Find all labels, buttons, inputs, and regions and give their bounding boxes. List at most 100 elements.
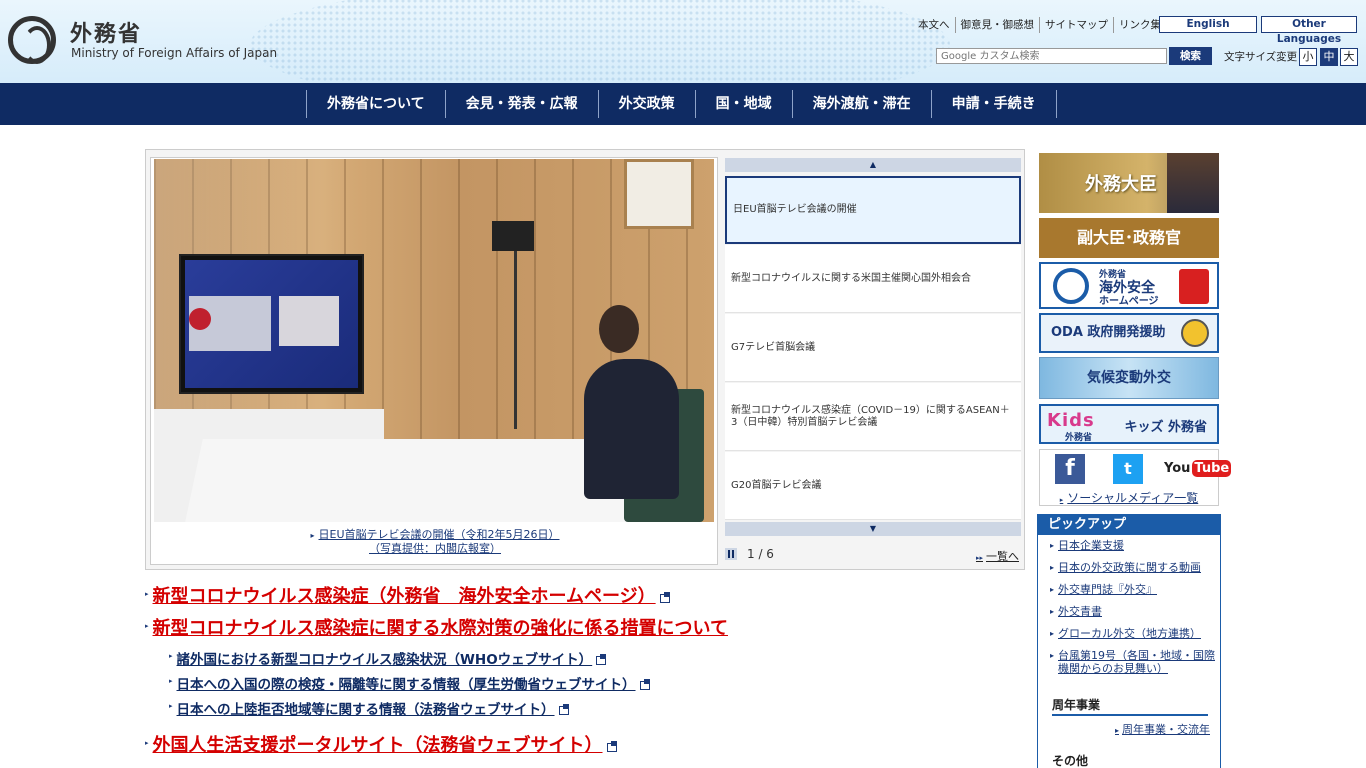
minister-banner[interactable]: 外務大臣 xyxy=(1039,153,1219,213)
english-button[interactable]: English xyxy=(1159,16,1257,33)
pickup-link[interactable]: 外交専門誌『外交』 xyxy=(1058,583,1157,596)
safety-line: ホームページ xyxy=(1099,296,1159,307)
list-item: 台風第19号（各国・地域・国際機関からのお見舞い） xyxy=(1050,649,1220,675)
view-all-link[interactable]: ▸▸ 一覧へ xyxy=(976,548,1019,564)
person-head xyxy=(599,305,639,353)
bullet-icon: ▸ xyxy=(145,590,149,598)
list-item: 日本の外交政策に関する動画 xyxy=(1050,561,1220,574)
headline-link[interactable]: 新型コロナウイルス感染症（外務省 海外安全ホームページ） xyxy=(153,586,656,607)
list-item: グローカル外交（地方連携） xyxy=(1050,627,1220,640)
pickup-link[interactable]: 台風第19号（各国・地域・国際機関からのお見舞い） xyxy=(1058,649,1215,675)
slide-item[interactable]: G20首脳テレビ会議 xyxy=(725,452,1021,520)
safety-label: 外務省 海外安全 ホームページ xyxy=(1099,269,1159,308)
pickup-link[interactable]: 外交青書 xyxy=(1058,605,1102,618)
headline-entry-denial: ▸ 日本への上陸拒否地域等に関する情報（法務省ウェブサイト） xyxy=(169,698,569,718)
pickup-link[interactable]: 日本の外交政策に関する動画 xyxy=(1058,561,1201,574)
nav-item-about[interactable]: 外務省について xyxy=(307,90,446,118)
kids-label: キッズ 外務省 xyxy=(1124,420,1207,435)
participant-1 xyxy=(189,296,271,351)
pause-icon[interactable] xyxy=(725,548,737,560)
caption-arrow-icon: ▸ xyxy=(310,531,315,540)
headline-link[interactable]: 新型コロナウイルス感染症に関する水際対策の強化に係る措置について xyxy=(153,618,728,639)
kids-banner[interactable]: Kids 外務省 キッズ 外務省 xyxy=(1039,404,1219,444)
global-nav: 外務省について 会見・発表・広報 外交政策 国・地域 海外渡航・滞在 申請・手続… xyxy=(0,83,1366,125)
anniversary-link[interactable]: ▸ 周年事業・交流年 xyxy=(1115,721,1210,737)
external-link-icon xyxy=(606,741,617,752)
video-conference-screen xyxy=(179,254,364,394)
slide-item[interactable]: 日EU首脳テレビ会議の開催 xyxy=(725,176,1021,244)
search-input[interactable] xyxy=(936,48,1167,64)
calligraphy-art xyxy=(624,159,694,229)
vice-minister-banner[interactable]: 副大臣･政務官 xyxy=(1039,218,1219,258)
link-skip-to-content[interactable]: 本文へ xyxy=(913,17,955,33)
slide-item[interactable]: G7テレビ首脳会議 xyxy=(725,314,1021,382)
nav-item-travel[interactable]: 海外渡航・滞在 xyxy=(793,90,932,118)
external-link-icon xyxy=(639,679,650,690)
headline-quarantine: ▸ 日本への入国の際の検疫・隔離等に関する情報（厚生労働省ウェブサイト） xyxy=(169,673,650,693)
news-carousel: ▸ 日EU首脳テレビ会議の開催（令和2年5月26日） （写真提供：内閣広報室） ▲… xyxy=(145,149,1025,570)
facebook-icon[interactable]: f xyxy=(1055,454,1085,484)
bullet-icon: ▸ xyxy=(169,677,173,685)
safety-line: 海外安全 xyxy=(1099,280,1155,296)
fontsize-medium-button[interactable]: 中 xyxy=(1320,48,1338,66)
caption-credit[interactable]: （写真提供：内閣広報室） xyxy=(369,542,501,555)
anniversary-heading: 周年事業 xyxy=(1052,696,1208,716)
fontsize-large-button[interactable]: 大 xyxy=(1340,48,1358,66)
passport-icon xyxy=(1179,269,1209,304)
headline-link[interactable]: 日本への入国の際の検疫・隔離等に関する情報（厚生労働省ウェブサイト） xyxy=(177,677,636,693)
camera-stand xyxy=(514,239,517,429)
oda-banner[interactable]: ODA 政府開発援助 xyxy=(1039,313,1219,353)
headline-link[interactable]: 日本への上陸拒否地域等に関する情報（法務省ウェブサイト） xyxy=(177,702,555,718)
link-sitemap[interactable]: サイトマップ xyxy=(1039,17,1113,33)
social-media-list-link[interactable]: ▸ ソーシャルメディア一覧 xyxy=(1040,489,1218,506)
caption-link[interactable]: 日EU首脳テレビ会議の開催（令和2年5月26日） xyxy=(319,528,560,541)
featured-photo[interactable] xyxy=(154,159,714,522)
link-feedback[interactable]: 御意見・御感想 xyxy=(954,17,1040,33)
oda-label: ODA 政府開発援助 xyxy=(1051,325,1166,340)
nav-item-policy[interactable]: 外交政策 xyxy=(599,90,696,118)
pickup-link[interactable]: 日本企業支援 xyxy=(1058,539,1124,552)
youtube-tube: Tube xyxy=(1192,460,1232,477)
bullet-icon: ▸ xyxy=(145,739,149,747)
headline-link[interactable]: 外国人生活支援ポータルサイト（法務省ウェブサイト） xyxy=(153,735,603,756)
headline-covid-safety: ▸ 新型コロナウイルス感染症（外務省 海外安全ホームページ） xyxy=(145,582,670,608)
headline-who: ▸ 諸外国における新型コロナウイルス感染状況（WHOウェブサイト） xyxy=(169,648,607,668)
youtube-icon[interactable]: You Tube xyxy=(1162,454,1232,484)
pickup-panel: ピックアップ 日本企業支援 日本の外交政策に関する動画 外交専門誌『外交』 外交… xyxy=(1037,514,1221,768)
pickup-title: ピックアップ xyxy=(1038,515,1220,535)
photo-caption[interactable]: ▸ 日EU首脳テレビ会議の開催（令和2年5月26日） （写真提供：内閣広報室） xyxy=(151,528,719,555)
overseas-safety-banner[interactable]: 外務省 海外安全 ホームページ xyxy=(1039,262,1219,309)
minister-photo xyxy=(1167,153,1219,213)
site-logo[interactable]: 外務省 Ministry of Foreign Affairs of Japan xyxy=(8,14,298,68)
anniversary-link-label: 周年事業・交流年 xyxy=(1122,723,1210,736)
nav-item-press[interactable]: 会見・発表・広報 xyxy=(446,90,599,118)
carousel-controls: 1 / 6 ▸▸ 一覧へ xyxy=(725,546,1021,564)
headline-link[interactable]: 諸外国における新型コロナウイルス感染状況（WHOウェブサイト） xyxy=(177,652,593,668)
list-item: 外交青書 xyxy=(1050,605,1220,618)
kids-logo: Kids xyxy=(1047,410,1095,431)
search-button[interactable]: 検索 xyxy=(1169,47,1212,65)
scroll-up-arrow-icon[interactable]: ▲ xyxy=(725,158,1021,172)
nav-item-procedures[interactable]: 申請・手続き xyxy=(932,90,1057,118)
social-media-box: f t You Tube ▸ ソーシャルメディア一覧 xyxy=(1039,449,1232,506)
other-heading: その他 xyxy=(1052,752,1208,768)
slide-item[interactable]: 新型コロナウイルスに関する米国主催関心国外相会合 xyxy=(725,245,1021,313)
slide-item[interactable]: 新型コロナウイルス感染症（COVID－19）に関するASEAN＋3（日中韓）特別… xyxy=(725,383,1021,451)
small-monitor xyxy=(492,221,534,251)
fontsize-small-button[interactable]: 小 xyxy=(1299,48,1317,66)
utility-links: 本文へ 御意見・御感想 サイトマップ リンク集 xyxy=(913,17,1166,33)
nav-item-regions[interactable]: 国・地域 xyxy=(696,90,793,118)
double-arrow-icon: ▸▸ xyxy=(975,554,983,562)
kids-logo-sub: 外務省 xyxy=(1065,433,1093,443)
external-link-icon xyxy=(596,654,607,665)
headline-border-measures: ▸ 新型コロナウイルス感染症に関する水際対策の強化に係る措置について xyxy=(145,614,728,640)
site-header: 外務省 Ministry of Foreign Affairs of Japan… xyxy=(0,0,1366,83)
climate-banner[interactable]: 気候変動外交 xyxy=(1039,357,1219,399)
external-link-icon xyxy=(659,592,670,603)
scroll-down-arrow-icon[interactable]: ▼ xyxy=(725,522,1021,536)
twitter-icon[interactable]: t xyxy=(1113,454,1143,484)
external-link-icon xyxy=(558,704,569,715)
pickup-link[interactable]: グローカル外交（地方連携） xyxy=(1058,627,1201,640)
other-languages-button[interactable]: Other Languages xyxy=(1261,16,1357,45)
world-map-decoration xyxy=(250,0,950,83)
